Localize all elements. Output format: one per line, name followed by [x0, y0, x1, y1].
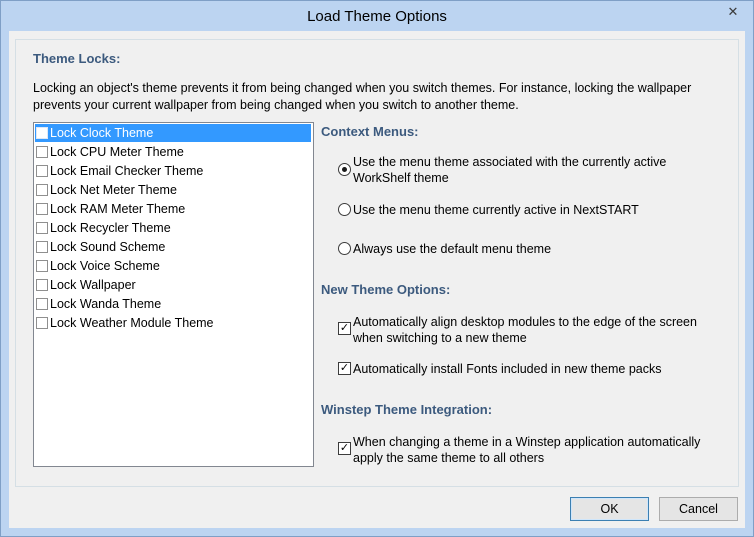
- list-item[interactable]: Lock Clock Theme: [35, 124, 311, 142]
- lock-checkbox[interactable]: [36, 184, 48, 196]
- lock-item-label: Lock Wallpaper: [50, 278, 136, 292]
- list-item[interactable]: Lock Weather Module Theme: [35, 314, 311, 332]
- lock-item-label: Lock Sound Scheme: [50, 240, 166, 254]
- context-menu-option-label: Always use the default menu theme: [353, 242, 552, 256]
- list-item[interactable]: Lock Sound Scheme: [35, 238, 311, 256]
- radio-button[interactable]: [338, 242, 351, 255]
- list-item[interactable]: Lock CPU Meter Theme: [35, 143, 311, 161]
- lock-checkbox[interactable]: [36, 222, 48, 234]
- winstep-integration-heading: Winstep Theme Integration:: [321, 402, 493, 417]
- lock-item-label: Lock RAM Meter Theme: [50, 202, 186, 216]
- lock-checkbox[interactable]: [36, 127, 48, 139]
- context-menu-option-label: Use the menu theme currently active in N…: [353, 203, 639, 217]
- load-theme-options-dialog: Load Theme Options ✕ Theme Locks: Lockin…: [0, 0, 754, 537]
- list-item[interactable]: Lock Wallpaper: [35, 276, 311, 294]
- theme-locks-heading: Theme Locks:: [33, 51, 121, 66]
- lock-item-label: Lock Voice Scheme: [50, 259, 160, 273]
- radio-button[interactable]: [338, 163, 351, 176]
- lock-item-label: Lock Weather Module Theme: [50, 316, 214, 330]
- lock-item-label: Lock Wanda Theme: [50, 297, 162, 311]
- window-title: Load Theme Options: [307, 8, 447, 25]
- theme-locks-listbox[interactable]: Lock Clock Theme Lock CPU Meter Theme Lock…: [33, 122, 314, 467]
- apply-to-all-checkbox[interactable]: ✓: [338, 442, 351, 455]
- list-item[interactable]: Lock Voice Scheme: [35, 257, 311, 275]
- install-fonts-label: Automatically install Fonts included in …: [353, 362, 662, 376]
- lock-checkbox[interactable]: [36, 279, 48, 291]
- install-fonts-checkbox[interactable]: ✓: [338, 362, 351, 375]
- theme-locks-description: Locking an object's theme prevents it fr…: [33, 81, 692, 112]
- cancel-button[interactable]: Cancel: [659, 497, 738, 521]
- align-modules-checkbox[interactable]: ✓: [338, 322, 351, 335]
- list-item[interactable]: Lock Wanda Theme: [35, 295, 311, 313]
- apply-to-all-label: When changing a theme in a Winstep appli…: [353, 435, 701, 465]
- context-menus-heading: Context Menus:: [321, 124, 419, 139]
- lock-item-label: Lock Email Checker Theme: [50, 164, 204, 178]
- lock-item-label: Lock Net Meter Theme: [50, 183, 177, 197]
- lock-checkbox[interactable]: [36, 203, 48, 215]
- lock-checkbox[interactable]: [36, 165, 48, 177]
- context-menu-option-label: Use the menu theme associated with the c…: [353, 155, 667, 185]
- lock-checkbox[interactable]: [36, 260, 48, 272]
- lock-checkbox[interactable]: [36, 146, 48, 158]
- title-bar[interactable]: Load Theme Options ✕: [1, 1, 753, 31]
- lock-item-label: Lock Recycler Theme: [50, 221, 171, 235]
- lock-item-label: Lock CPU Meter Theme: [50, 145, 184, 159]
- ok-button[interactable]: OK: [570, 497, 649, 521]
- radio-button[interactable]: [338, 203, 351, 216]
- list-item[interactable]: Lock Recycler Theme: [35, 219, 311, 237]
- list-item[interactable]: Lock Net Meter Theme: [35, 181, 311, 199]
- list-item[interactable]: Lock RAM Meter Theme: [35, 200, 311, 218]
- lock-checkbox[interactable]: [36, 298, 48, 310]
- lock-checkbox[interactable]: [36, 241, 48, 253]
- options-panel: Theme Locks: Locking an object's theme p…: [15, 39, 739, 487]
- list-item[interactable]: Lock Email Checker Theme: [35, 162, 311, 180]
- lock-checkbox[interactable]: [36, 317, 48, 329]
- align-modules-label: Automatically align desktop modules to t…: [353, 315, 697, 345]
- dialog-client-area: Theme Locks: Locking an object's theme p…: [9, 31, 745, 528]
- new-theme-options-heading: New Theme Options:: [321, 282, 451, 297]
- lock-item-label: Lock Clock Theme: [50, 126, 154, 140]
- close-icon[interactable]: ✕: [719, 2, 747, 22]
